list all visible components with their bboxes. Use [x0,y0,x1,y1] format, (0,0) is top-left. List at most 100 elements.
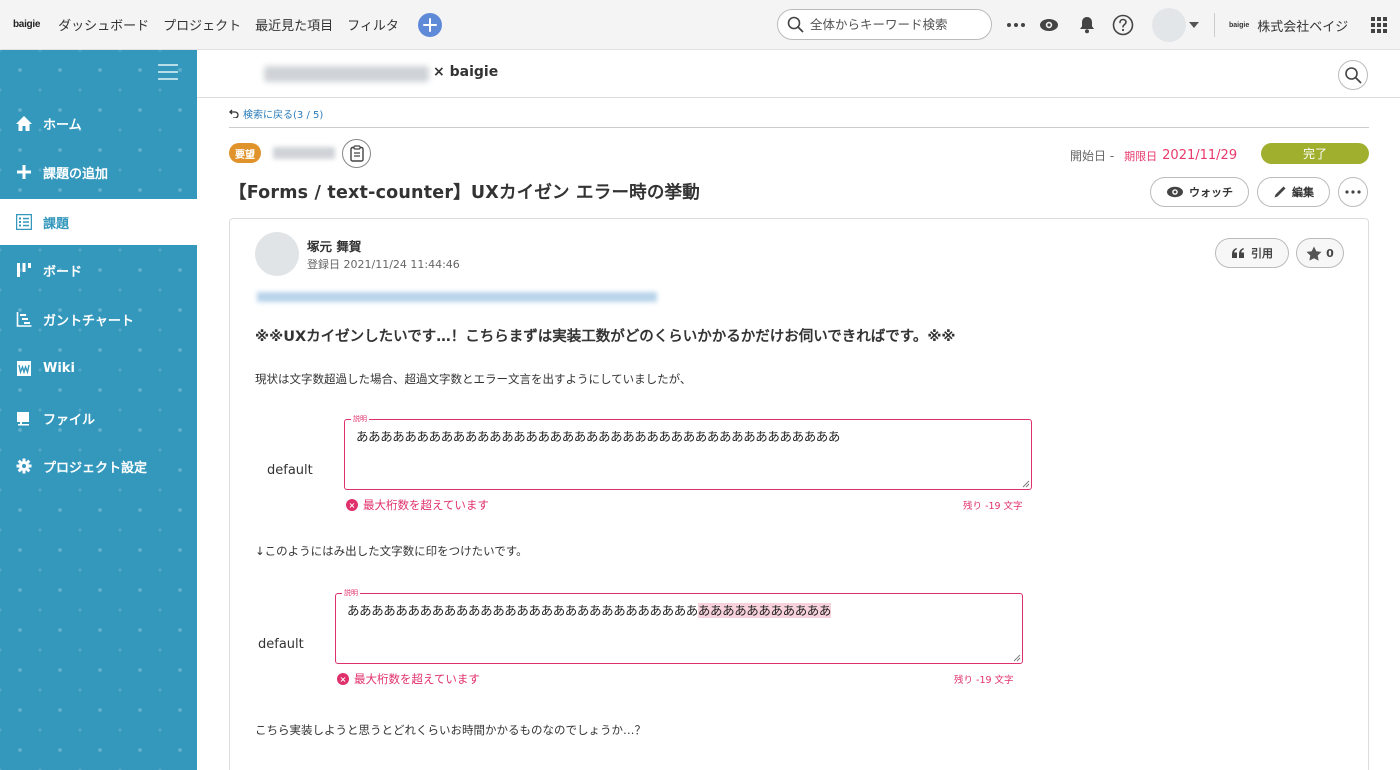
search-icon [787,16,804,33]
quote-label: 引用 [1251,247,1273,260]
description-paragraph: こちら実装しようと思うとどれくらいお時間かかるものなのでしょうか…？ [255,723,646,737]
project-name-redacted [264,66,429,82]
star-button[interactable]: 0 [1296,238,1344,268]
org-name: 株式会社ベイジ [1257,20,1349,35]
sidebar-item-label: プロジェクト設定 [43,460,148,476]
sidebar-item-label: ファイル [43,412,96,428]
project-search-button[interactable] [1338,60,1368,90]
help-icon[interactable] [1111,13,1135,37]
home-icon [15,114,33,132]
description-paragraph: ↓このようにはみ出した文字数に印をつけたいです。 [255,544,528,558]
avatar [255,232,299,276]
global-search-input[interactable] [810,17,980,32]
star-icon [1306,246,1322,261]
due-date: 2021/11/29 [1162,148,1238,163]
issue-key-redacted [273,147,335,159]
demo-error-message: × 最大桁数を超えています [337,671,480,687]
demo-error-message: × 最大桁数を超えています [346,497,489,513]
user-avatar[interactable] [1152,8,1186,42]
reference-link-redacted[interactable] [257,292,657,302]
project-header: × baigie [197,50,1400,98]
global-search[interactable] [777,9,992,40]
add-button[interactable] [417,12,442,37]
global-nav: ダッシュボード プロジェクト 最近見た項目 フィルタ [58,15,399,34]
bell-icon[interactable] [1075,13,1099,37]
board-icon [15,261,33,279]
author-name[interactable]: 塚元 舞賀 [307,236,361,255]
error-icon: × [337,673,349,685]
edit-button[interactable]: 編集 [1257,177,1330,207]
sidebar-item-issues[interactable]: 課題 [0,199,197,245]
list-icon [15,213,33,231]
nav-dashboard[interactable]: ダッシュボード [58,15,149,34]
status-badge[interactable]: 完了 [1261,143,1369,164]
menu-toggle-icon[interactable] [157,63,179,85]
project-sidebar: ホーム 課題の追加 課題 ボード ガントチャート Wiki ファイル プロジェク… [0,50,197,770]
quote-icon [1232,248,1244,258]
watch-label: ウォッチ [1189,186,1233,199]
demo-char-count: 残り -19 文字 [963,501,1023,512]
issue-more-button[interactable] [1338,177,1368,207]
sidebar-item-label: 課題 [43,216,70,232]
star-count: 0 [1326,246,1334,260]
edit-label: 編集 [1292,186,1314,199]
search-icon [1345,67,1362,84]
sidebar-item-label: ボード [43,264,83,280]
sidebar-item-files[interactable]: ファイル [0,395,197,441]
sidebar-item-add-issue[interactable]: 課題の追加 [0,149,197,195]
sidebar-item-label: 課題の追加 [43,166,109,182]
plus-icon [15,163,33,181]
return-icon [229,109,239,118]
copy-issue-key-button[interactable] [342,139,371,168]
issue-type-badge: 要望 [229,143,261,163]
sidebar-item-label: ガントチャート [43,313,134,329]
demo-text-overflow: あああああああああああ [697,603,832,618]
issue-description-card: 塚元 舞賀 登録日 2021/11/24 11:44:46 引用 0 ※※UXカ… [229,218,1369,770]
watch-list-icon[interactable] [1037,13,1061,37]
demo-textarea-proposed: 説明 あああああああああああああああああああああああああああああああああああああ… [335,588,1023,664]
back-link-label: 検索に戻る(3 / 5) [243,110,324,121]
description-lead: ※※UXカイゼンしたいです…！こちらまずは実装工数がどのくらいかかるかだけお伺い… [255,329,956,345]
issue-dates: 開始日 - 期限日 2021/11/29 [1070,147,1237,164]
demo-field-label: default [258,637,304,652]
sidebar-item-project-settings[interactable]: プロジェクト設定 [0,443,197,489]
demo-text-within-limit: あああああああああああああああああああああああああああああ [347,603,698,618]
demo-error-text: 最大桁数を超えています [363,498,489,512]
pencil-icon [1274,186,1286,198]
demo-char-count: 残り -19 文字 [954,675,1014,686]
divider [229,127,1369,128]
sidebar-item-home[interactable]: ホーム [0,100,197,146]
nav-filter[interactable]: フィルタ [347,15,399,34]
sidebar-item-board[interactable]: ボード [0,247,197,293]
start-date: 開始日 - [1070,149,1115,163]
sidebar-item-label: ホーム [43,117,82,133]
more-icon[interactable] [1004,13,1028,37]
more-icon [1345,190,1361,194]
registered-date: 登録日 2021/11/24 11:44:46 [307,258,460,271]
demo-field-text: ああああああああああああああああああああああああああああああああああああああああ [347,600,831,619]
file-icon [15,409,33,427]
demo-field-text: ああああああああああああああああああああああああああああああああああああああああ [356,429,841,444]
clipboard-icon [349,145,364,162]
nav-project[interactable]: プロジェクト [163,15,241,34]
sidebar-item-wiki[interactable]: Wiki [0,345,197,391]
global-header: baigie ダッシュボード プロジェクト 最近見た項目 フィルタ baigie… [0,0,1400,50]
quote-button[interactable]: 引用 [1215,238,1289,268]
app-logo[interactable]: baigie [13,19,40,30]
apps-grid-icon[interactable] [1367,13,1391,37]
gear-icon [15,457,33,475]
plus-icon [422,17,437,32]
nav-recent[interactable]: 最近見た項目 [255,15,333,34]
back-to-search-link[interactable]: 検索に戻る(3 / 5) [229,106,323,121]
sidebar-item-gantt[interactable]: ガントチャート [0,296,197,342]
demo-field-legend: 説明 [342,588,360,598]
due-date-label: 期限日 [1124,149,1158,163]
demo-field-label: default [267,463,313,478]
resize-handle-icon [1022,480,1030,488]
issue-title: 【Forms / text-counter】UXカイゼン エラー時の挙動 [229,183,700,203]
error-icon: × [346,499,358,511]
chevron-down-icon[interactable] [1182,13,1206,37]
organization-switcher[interactable]: baigie 株式会社ベイジ [1229,16,1348,35]
project-name[interactable]: × baigie [433,64,498,80]
watch-button[interactable]: ウォッチ [1150,177,1249,207]
